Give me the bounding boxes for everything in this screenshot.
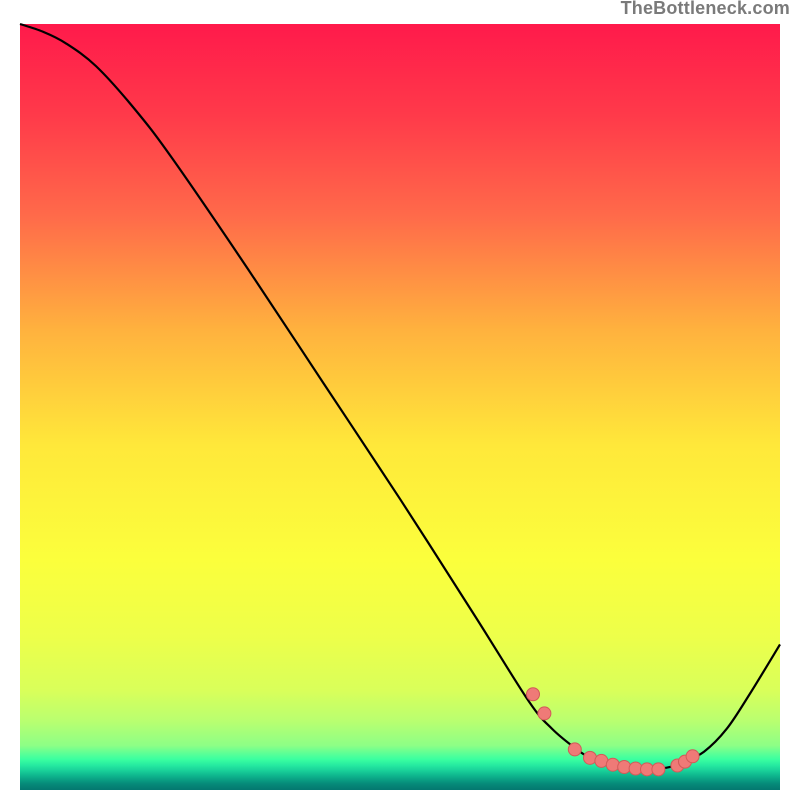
curve-marker [527,688,540,701]
chart-frame: TheBottleneck.com [0,0,800,800]
bottleneck-curve-chart [0,0,800,800]
curve-marker [652,763,665,776]
curve-marker [538,707,551,720]
curve-marker [618,761,631,774]
curve-marker [568,743,581,756]
curve-marker [686,750,699,763]
attribution-text: TheBottleneck.com [621,0,790,19]
curve-marker [584,751,597,764]
curve-marker [606,758,619,771]
